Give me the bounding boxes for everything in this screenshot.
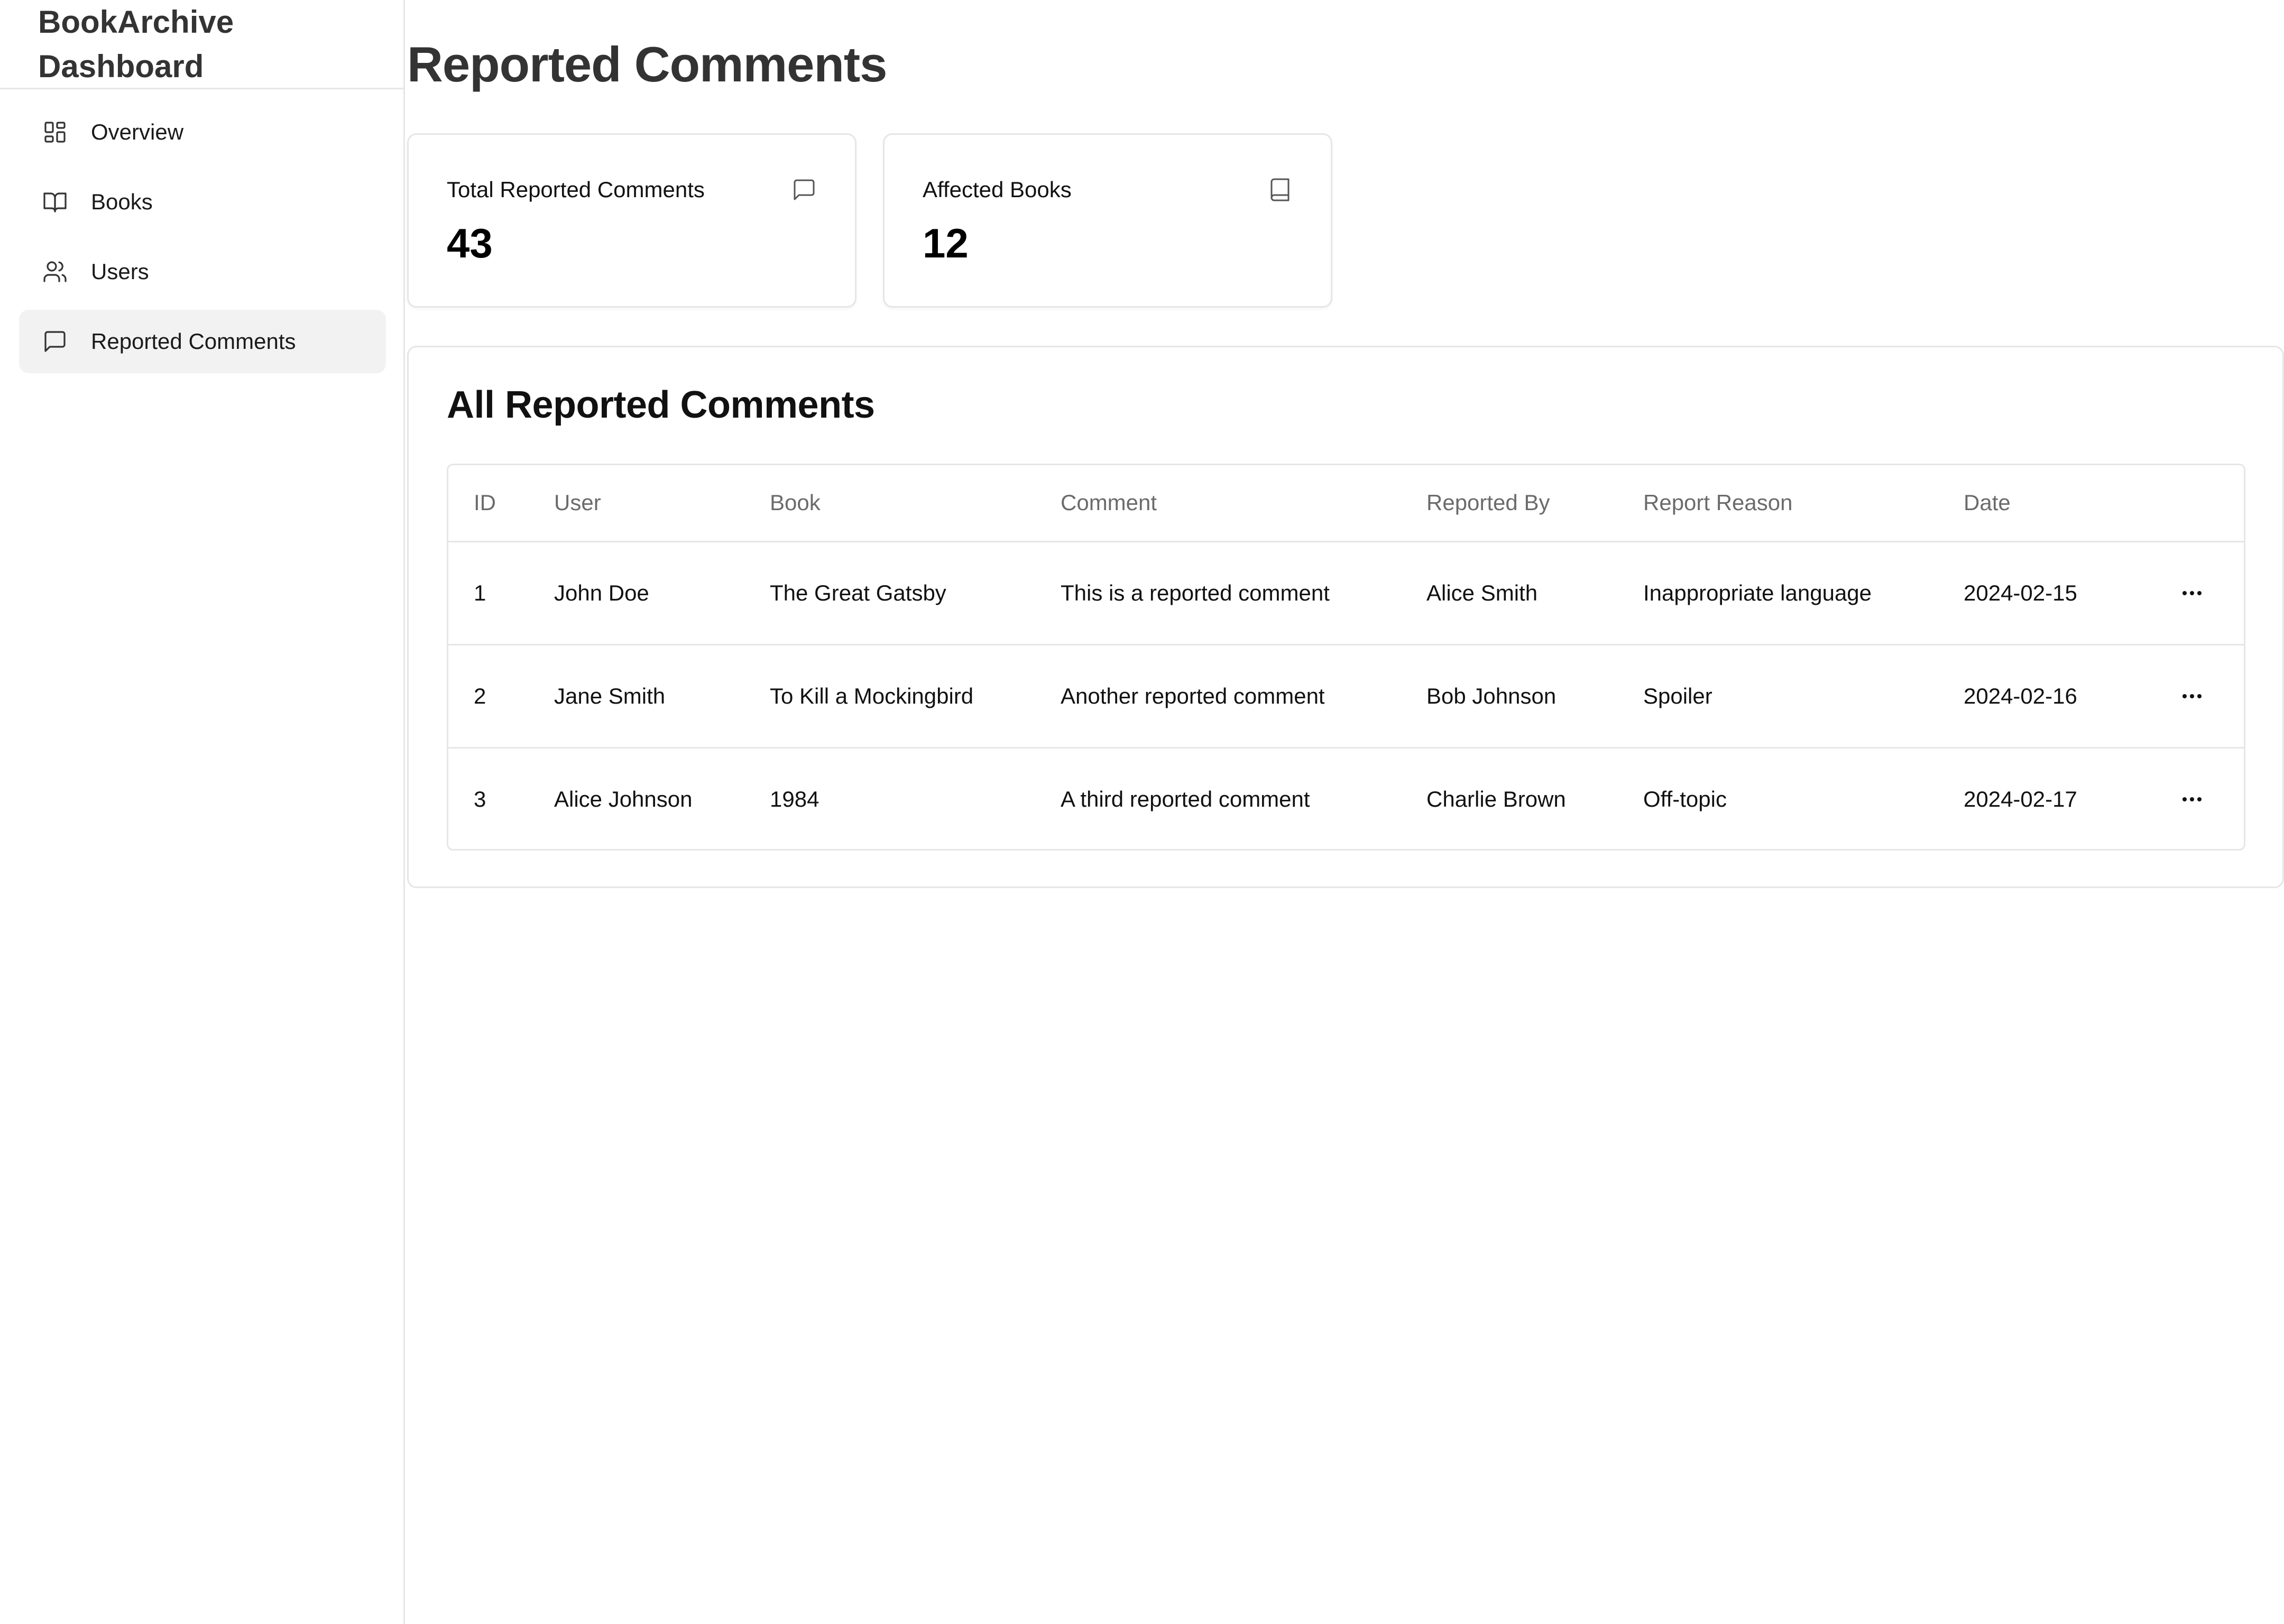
table-row: 1 John Doe The Great Gatsby This is a re… [448,541,2244,645]
cell-book: 1984 [770,787,819,812]
row-actions-button[interactable] [2173,574,2211,612]
table-title: All Reported Comments [447,384,875,426]
brand-line-2: Dashboard [38,49,204,84]
cell-id: 1 [448,541,529,645]
column-header-date: Date [1938,465,2148,542]
reported-comments-table: ID User Book Comment Reported By Report … [447,464,2245,851]
row-actions-button[interactable] [2173,677,2211,715]
column-header-reported-by: Reported By [1401,465,1618,542]
sidebar-item-label: Overview [91,119,184,144]
stat-card-affected-books: Affected Books 12 [883,133,1332,308]
cell-actions [2148,541,2244,645]
sidebar-item-overview[interactable]: Overview [19,100,386,164]
cell-actions [2148,644,2244,749]
cell-date: 2024-02-17 [1964,787,2077,812]
cell-user: Jane Smith [529,644,744,749]
brand-line-1: BookArchive [38,4,234,40]
cell-report-reason: Inappropriate language [1618,541,1938,645]
cell-book: The Great Gatsby [744,541,1035,645]
sidebar-nav: Overview Books Users Reported Comments [19,100,386,380]
column-header-book: Book [744,465,1035,542]
cell-reported-by: Alice Smith [1401,541,1618,645]
more-horizontal-icon [2182,590,2202,595]
sidebar-item-books[interactable]: Books [19,170,386,234]
cell-user: Alice Johnson [554,787,693,812]
table-row: 3 Alice Johnson 1984 A third reported co… [448,748,2244,849]
users-icon [42,259,68,284]
row-actions-button[interactable] [2173,780,2211,818]
cell-reported-by: Charlie Brown [1426,787,1566,812]
dashboard-icon [42,119,68,145]
sidebar-item-label: Books [91,189,153,214]
column-header-id: ID [448,465,529,542]
sidebar-divider [0,88,405,89]
sidebar-item-users[interactable]: Users [19,240,386,303]
column-header-comment: Comment [1035,465,1401,542]
more-horizontal-icon [2182,797,2202,802]
stat-label: Total Reported Comments [447,177,705,202]
reported-comments-card: All Reported Comments ID User Book Comme… [407,346,2284,888]
column-header-user: User [529,465,744,542]
cell-book: To Kill a Mockingbird [744,644,1035,749]
book-open-icon [42,189,68,215]
stat-label: Affected Books [923,177,1072,202]
stat-value: 12 [923,220,969,266]
sidebar-item-label: Reported Comments [91,329,296,354]
message-square-icon [42,329,68,354]
cell-report-reason: Spoiler [1618,644,1938,749]
cell-comment: A third reported comment [1061,787,1310,812]
cell-comment: This is a reported comment [1035,541,1401,645]
page-title: Reported Comments [407,36,887,92]
column-header-report-reason: Report Reason [1618,465,1938,542]
cell-reported-by: Bob Johnson [1401,644,1618,749]
sidebar: BookArchive Dashboard Overview Books Use… [0,0,405,1624]
stat-card-total-reported: Total Reported Comments 43 [407,133,856,308]
cell-comment: Another reported comment [1035,644,1401,749]
more-horizontal-icon [2182,694,2202,698]
book-icon [1267,177,1293,202]
cell-report-reason: Off-topic [1643,787,1727,812]
message-square-icon [791,177,817,202]
app-brand: BookArchive Dashboard [38,0,355,89]
table-row: 2 Jane Smith To Kill a Mockingbird Anoth… [448,644,2244,749]
cell-id: 3 [474,787,486,812]
column-header-actions [2148,465,2244,542]
cell-user: John Doe [529,541,744,645]
cell-id: 2 [448,644,529,749]
cell-actions [2148,748,2244,849]
sidebar-item-label: Users [91,259,149,284]
cell-date: 2024-02-16 [1938,644,2148,749]
cell-date: 2024-02-15 [1938,541,2148,645]
sidebar-item-reported-comments[interactable]: Reported Comments [19,310,386,373]
table-header-row: ID User Book Comment Reported By Report … [448,465,2244,542]
stat-value: 43 [447,220,493,266]
